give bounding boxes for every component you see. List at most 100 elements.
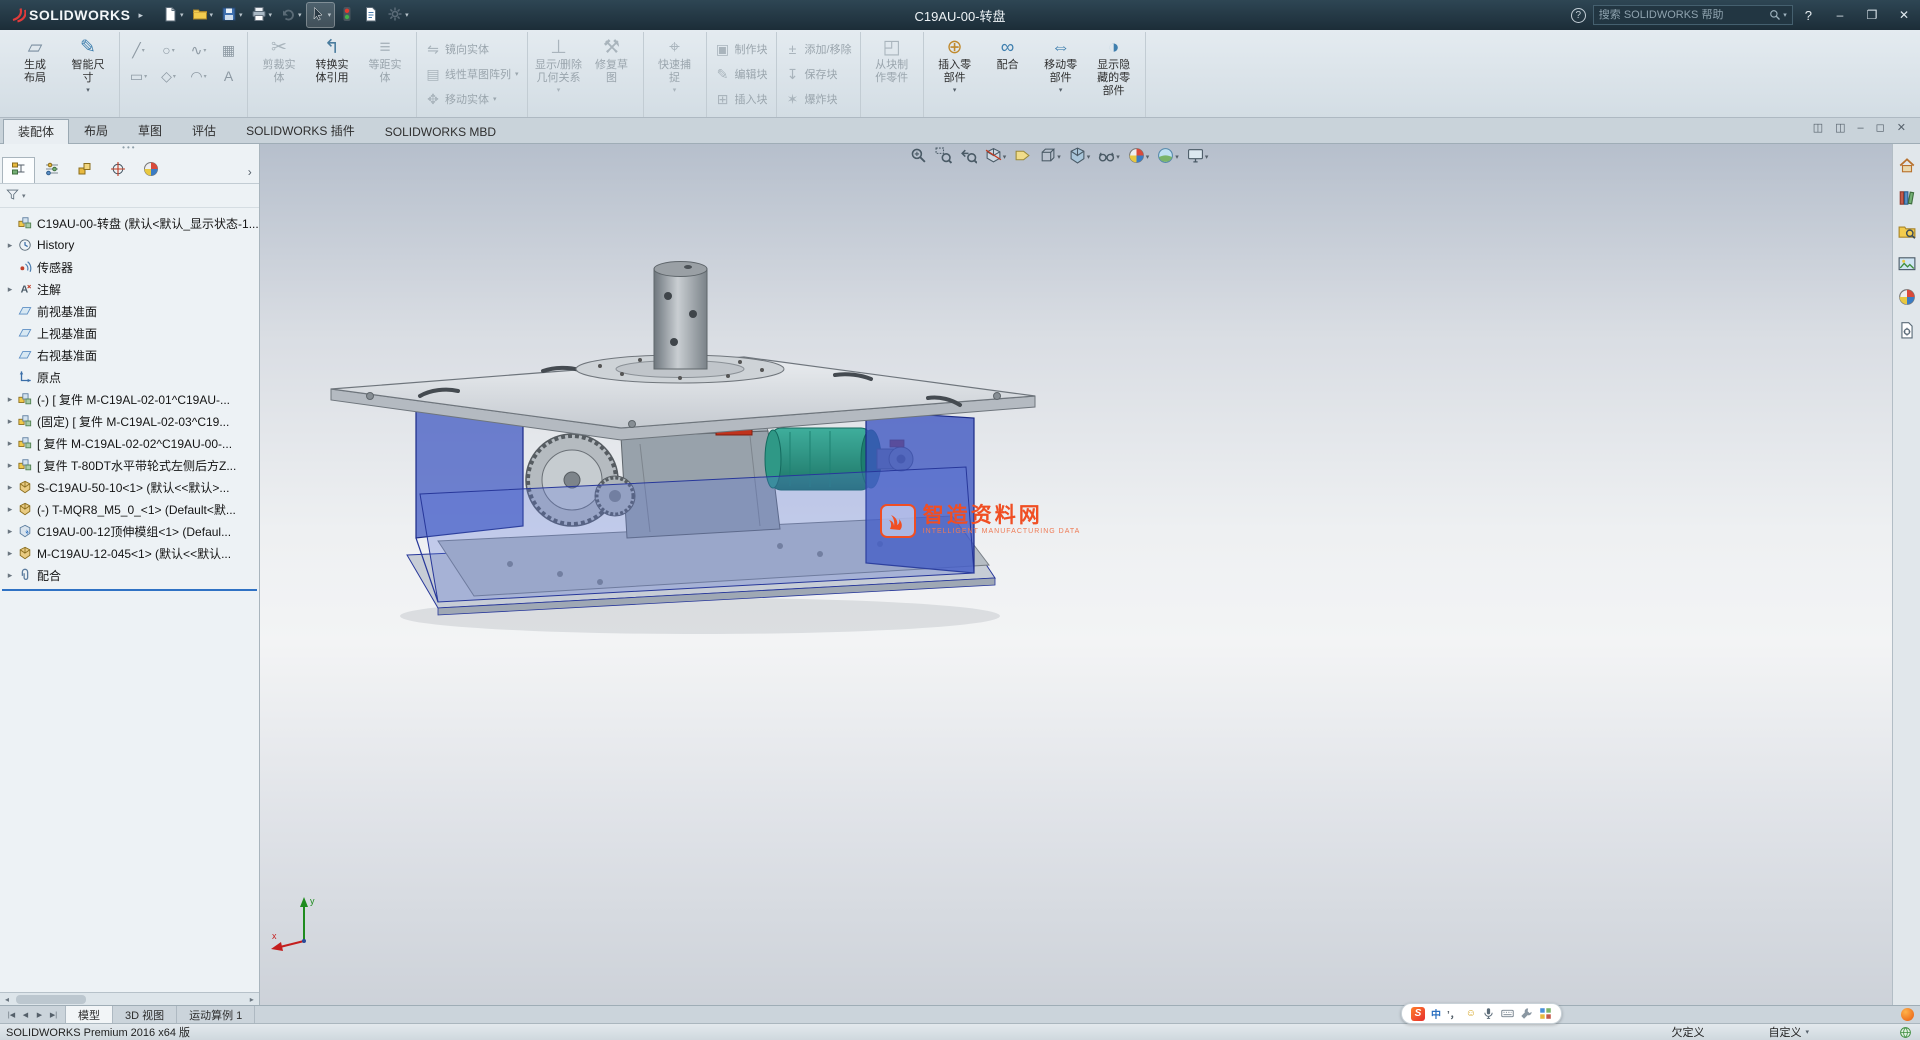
- dynamic-annotation-button[interactable]: [1014, 147, 1031, 167]
- sketch-point-grid-button[interactable]: ▦: [215, 39, 242, 61]
- dropdown-arrow-icon[interactable]: ▾: [203, 47, 206, 54]
- search-input[interactable]: [1599, 9, 1767, 21]
- undo-button[interactable]: ▾: [277, 3, 305, 27]
- smiley-icon[interactable]: ☺: [1466, 1008, 1476, 1019]
- ribbon-insert-block-button[interactable]: ⊞插入块: [712, 88, 771, 110]
- restore-button[interactable]: ❐: [1856, 0, 1888, 30]
- tree-item[interactable]: ▸History: [0, 234, 259, 256]
- panel-tab-displaymanager[interactable]: [134, 157, 167, 183]
- doc-tile-right-button[interactable]: ◫: [1835, 121, 1845, 134]
- search-icon[interactable]: [1769, 9, 1781, 21]
- help-button[interactable]: ?: [1805, 8, 1812, 23]
- sketch-circle-button[interactable]: ○▾: [155, 39, 182, 61]
- ime-tray-icon[interactable]: [1901, 1008, 1914, 1021]
- ribbon-edit-block-button[interactable]: ✎编辑块: [712, 63, 771, 85]
- expand-arrow-icon[interactable]: ▸: [4, 548, 16, 559]
- help-circle-icon[interactable]: ?: [1571, 8, 1586, 23]
- command-tab-layout[interactable]: 布局: [69, 118, 123, 143]
- punctuation-icon[interactable]: ’，: [1447, 1006, 1460, 1021]
- doc-restore-button[interactable]: ◻: [1876, 121, 1885, 134]
- tree-item[interactable]: ▸A注解: [0, 278, 259, 300]
- tree-item[interactable]: C19AU-00-转盘 (默认<默认_显示状态-1...: [0, 212, 259, 234]
- dropdown-arrow-icon[interactable]: ▾: [1205, 153, 1209, 161]
- zoom-fit-button[interactable]: [910, 147, 927, 167]
- tree-item[interactable]: 上视基准面: [0, 322, 259, 344]
- expand-arrow-icon[interactable]: ▸: [4, 460, 16, 471]
- dropdown-arrow-icon[interactable]: ▾: [328, 11, 332, 19]
- save-button[interactable]: ▾: [218, 3, 246, 27]
- ribbon-add-remove-button[interactable]: ±添加/移除: [782, 38, 855, 60]
- dropdown-arrow-icon[interactable]: ▾: [204, 73, 207, 80]
- rollback-bar[interactable]: [2, 589, 257, 591]
- apply-scene-button[interactable]: ▾: [1157, 147, 1179, 167]
- select-button[interactable]: ▾: [307, 3, 335, 27]
- sheet-nav-1-button[interactable]: ◀: [19, 1011, 32, 1019]
- taskpane-custom-properties-button[interactable]: [1898, 321, 1916, 339]
- expand-arrow-icon[interactable]: ▸: [4, 416, 16, 427]
- ribbon-save-block-button[interactable]: ↧保存块: [782, 63, 855, 85]
- soft-keyboard-icon[interactable]: [1501, 1007, 1514, 1020]
- taskpane-appearances-button[interactable]: [1898, 288, 1916, 306]
- dropdown-arrow-icon[interactable]: ▾: [1087, 153, 1091, 161]
- command-tab-assembly[interactable]: 装配体: [3, 119, 69, 144]
- expand-arrow-icon[interactable]: ▸: [4, 482, 16, 493]
- web-status-icon[interactable]: [1899, 1026, 1912, 1039]
- ribbon-layout-button[interactable]: ▱生成 布局: [9, 33, 61, 116]
- panel-scrollbar[interactable]: ◂ ▸: [0, 992, 259, 1005]
- ribbon-show-hidden-button[interactable]: ◑显示隐 藏的零 部件: [1088, 33, 1140, 116]
- expand-arrow-icon[interactable]: ▸: [4, 570, 16, 581]
- tree-item[interactable]: 原点: [0, 366, 259, 388]
- expand-arrow-icon[interactable]: ▸: [4, 394, 16, 405]
- sheet-nav-2-button[interactable]: ▶: [33, 1011, 46, 1019]
- filter-dropdown-icon[interactable]: ▾: [22, 192, 26, 200]
- command-tab-mbd[interactable]: SOLIDWORKS MBD: [370, 121, 511, 143]
- taskpane-home-button[interactable]: [1898, 156, 1916, 174]
- taskpane-view-palette-button[interactable]: [1898, 255, 1916, 273]
- rebuild-button[interactable]: [336, 3, 358, 27]
- expand-arrow-icon[interactable]: ▸: [4, 526, 16, 537]
- dropdown-arrow-icon[interactable]: ▾: [173, 73, 176, 80]
- dropdown-arrow-icon[interactable]: ▾: [239, 11, 243, 19]
- sogou-logo-icon[interactable]: S: [1411, 1007, 1425, 1021]
- dropdown-arrow-icon[interactable]: ▾: [1059, 86, 1063, 94]
- hide-show-items-button[interactable]: ▾: [1098, 147, 1120, 167]
- tree-item[interactable]: 传感器: [0, 256, 259, 278]
- minimize-button[interactable]: –: [1824, 0, 1856, 30]
- tree-item[interactable]: 右视基准面: [0, 344, 259, 366]
- dropdown-arrow-icon[interactable]: ▾: [515, 70, 519, 78]
- expand-arrow-icon[interactable]: ▸: [4, 284, 16, 295]
- spindle-cylinder[interactable]: [654, 262, 707, 370]
- dropdown-arrow-icon[interactable]: ▾: [1057, 153, 1061, 161]
- tree-item[interactable]: ▸(-) [ 复件 M-C19AL-02-01^C19AU-...: [0, 388, 259, 410]
- expand-arrow-icon[interactable]: ▸: [4, 438, 16, 449]
- ribbon-insert-component-button[interactable]: ⊕插入零 部件▾: [929, 33, 981, 116]
- dropdown-arrow-icon[interactable]: ▾: [180, 11, 184, 19]
- ribbon-move-component-button[interactable]: ⇔移动零 部件▾: [1035, 33, 1087, 116]
- dropdown-arrow-icon[interactable]: ▾: [953, 86, 957, 94]
- sketch-rectangle-button[interactable]: ▭▾: [125, 65, 152, 87]
- tree-item[interactable]: ▸[ 复件 T-80DT水平带轮式左侧后方Z...: [0, 454, 259, 476]
- zoom-area-button[interactable]: [935, 147, 952, 167]
- doc-tab-view3d[interactable]: 3D 视图: [113, 1006, 177, 1023]
- chinese-mode-icon[interactable]: 中: [1431, 1006, 1441, 1021]
- expand-arrow-icon[interactable]: ▸: [4, 240, 16, 251]
- doc-tab-model[interactable]: 模型: [66, 1006, 113, 1023]
- panel-tab-propertymanager[interactable]: [35, 157, 68, 183]
- tree-item[interactable]: ▸S-C19AU-50-10<1> (默认<<默认>...: [0, 476, 259, 498]
- ribbon-mate-button[interactable]: ∞配合: [982, 33, 1034, 116]
- ribbon-explode-block-button[interactable]: ✶爆炸块: [782, 88, 855, 110]
- command-tab-sketch[interactable]: 草图: [123, 118, 177, 143]
- display-style-button[interactable]: ▾: [1069, 147, 1091, 167]
- doc-minimize-button[interactable]: –: [1858, 122, 1864, 134]
- tree-item[interactable]: ▸C19AU-00-12顶伸模组<1> (Defaul...: [0, 520, 259, 542]
- sheet-nav-0-button[interactable]: |◀: [5, 1011, 18, 1019]
- doc-tile-left-button[interactable]: ◫: [1813, 121, 1823, 134]
- sketch-line-button[interactable]: ╱▾: [125, 39, 152, 61]
- ribbon-smart-dimension-button[interactable]: ✎智能尺 寸▾: [62, 33, 114, 116]
- scroll-right-icon[interactable]: ▸: [245, 995, 259, 1004]
- dropdown-arrow-icon[interactable]: ▾: [405, 11, 409, 19]
- toolbox-icon[interactable]: [1520, 1007, 1533, 1020]
- taskpane-file-explorer-button[interactable]: [1898, 222, 1916, 240]
- print-button[interactable]: ▾: [248, 3, 276, 27]
- doc-close-button[interactable]: ✕: [1897, 121, 1906, 134]
